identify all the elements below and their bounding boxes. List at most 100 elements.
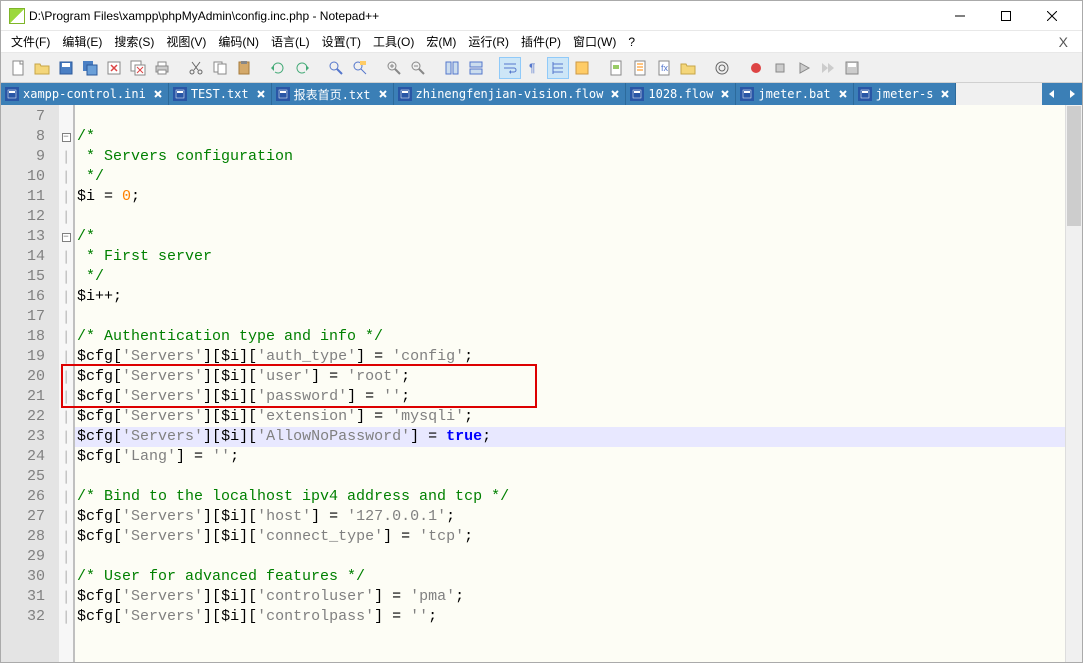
line-number[interactable]: 23	[1, 427, 59, 447]
line-number[interactable]: 26	[1, 487, 59, 507]
code-area[interactable]: /* * Servers configuration */$i = 0;/* *…	[75, 105, 1065, 662]
close-file-icon[interactable]	[103, 57, 125, 79]
menu-settings[interactable]: 设置(T)	[316, 31, 367, 52]
tab-3[interactable]: zhinengfenjian-vision.flow	[394, 83, 627, 105]
tab-close-icon[interactable]	[719, 88, 731, 100]
open-file-icon[interactable]	[31, 57, 53, 79]
code-line[interactable]: $cfg['Servers'][$i]['user'] = 'root';	[75, 367, 1065, 387]
line-number[interactable]: 21	[1, 387, 59, 407]
line-number[interactable]: 32	[1, 607, 59, 627]
paste-icon[interactable]	[233, 57, 255, 79]
fold-toggle-icon[interactable]: −	[62, 133, 71, 142]
macro-record-icon[interactable]	[745, 57, 767, 79]
code-line[interactable]: * First server	[75, 247, 1065, 267]
code-line[interactable]: $cfg['Servers'][$i]['connect_type'] = 't…	[75, 527, 1065, 547]
tab-close-icon[interactable]	[152, 88, 164, 100]
indent-guide-icon[interactable]	[547, 57, 569, 79]
tab-close-icon[interactable]	[255, 88, 267, 100]
tab-0[interactable]: xampp-control.ini	[1, 83, 169, 105]
menu-file[interactable]: 文件(F)	[5, 31, 56, 52]
menu-tools[interactable]: 工具(O)	[367, 31, 420, 52]
menu-search[interactable]: 搜索(S)	[108, 31, 160, 52]
function-list-icon[interactable]: fx	[653, 57, 675, 79]
line-number[interactable]: 29	[1, 547, 59, 567]
code-line[interactable]: $cfg['Servers'][$i]['controlpass'] = '';	[75, 607, 1065, 627]
tab-close-icon[interactable]	[837, 88, 849, 100]
line-number[interactable]: 9	[1, 147, 59, 167]
vertical-scrollbar[interactable]	[1065, 105, 1082, 662]
tab-5[interactable]: jmeter.bat	[736, 83, 853, 105]
sync-vscroll-icon[interactable]	[441, 57, 463, 79]
code-line[interactable]: /* Authentication type and info */	[75, 327, 1065, 347]
doc-map-icon[interactable]	[605, 57, 627, 79]
code-line[interactable]	[75, 467, 1065, 487]
line-number[interactable]: 25	[1, 467, 59, 487]
macro-play-icon[interactable]	[793, 57, 815, 79]
line-number[interactable]: 16	[1, 287, 59, 307]
line-number[interactable]: 7	[1, 107, 59, 127]
code-line[interactable]: */	[75, 167, 1065, 187]
line-number[interactable]: 18	[1, 327, 59, 347]
replace-icon[interactable]	[349, 57, 371, 79]
code-line[interactable]: $i = 0;	[75, 187, 1065, 207]
find-icon[interactable]	[325, 57, 347, 79]
menubar-close-icon[interactable]: X	[1049, 34, 1078, 50]
menu-language[interactable]: 语言(L)	[265, 31, 316, 52]
code-line[interactable]: $cfg['Servers'][$i]['host'] = '127.0.0.1…	[75, 507, 1065, 527]
line-number[interactable]: 31	[1, 587, 59, 607]
new-file-icon[interactable]	[7, 57, 29, 79]
scrollbar-thumb[interactable]	[1067, 106, 1081, 226]
code-line[interactable]: $cfg['Servers'][$i]['extension'] = 'mysq…	[75, 407, 1065, 427]
fold-toggle-icon[interactable]: −	[62, 233, 71, 242]
undo-icon[interactable]	[267, 57, 289, 79]
zoom-in-icon[interactable]	[383, 57, 405, 79]
code-line[interactable]: */	[75, 267, 1065, 287]
line-number[interactable]: 28	[1, 527, 59, 547]
save-icon[interactable]	[55, 57, 77, 79]
code-line[interactable]: /* User for advanced features */	[75, 567, 1065, 587]
tab-scroll-right[interactable]	[1062, 83, 1082, 105]
folder-tree-icon[interactable]	[677, 57, 699, 79]
code-line[interactable]: /*	[75, 127, 1065, 147]
line-number[interactable]: 19	[1, 347, 59, 367]
cut-icon[interactable]	[185, 57, 207, 79]
monitor-icon[interactable]	[711, 57, 733, 79]
code-line[interactable]: $cfg['Servers'][$i]['password'] = '';	[75, 387, 1065, 407]
doc-list-icon[interactable]	[629, 57, 651, 79]
macro-play-multi-icon[interactable]	[817, 57, 839, 79]
userlang-icon[interactable]	[571, 57, 593, 79]
tab-6[interactable]: jmeter-s	[854, 83, 957, 105]
code-line[interactable]: $i++;	[75, 287, 1065, 307]
line-number[interactable]: 11	[1, 187, 59, 207]
code-line[interactable]	[75, 207, 1065, 227]
code-line[interactable]: /* Bind to the localhost ipv4 address an…	[75, 487, 1065, 507]
menu-macro[interactable]: 宏(M)	[420, 31, 462, 52]
tab-1[interactable]: TEST.txt	[169, 83, 272, 105]
tab-4[interactable]: 1028.flow	[626, 83, 736, 105]
print-icon[interactable]	[151, 57, 173, 79]
minimize-button[interactable]	[937, 2, 982, 30]
code-line[interactable]: $cfg['Servers'][$i]['AllowNoPassword'] =…	[75, 427, 1065, 447]
code-line[interactable]: $cfg['Servers'][$i]['controluser'] = 'pm…	[75, 587, 1065, 607]
redo-icon[interactable]	[291, 57, 313, 79]
tab-close-icon[interactable]	[609, 88, 621, 100]
tab-close-icon[interactable]	[939, 88, 951, 100]
menu-window[interactable]: 窗口(W)	[567, 31, 622, 52]
copy-icon[interactable]	[209, 57, 231, 79]
line-number[interactable]: 20	[1, 367, 59, 387]
wordwrap-icon[interactable]	[499, 57, 521, 79]
tab-close-icon[interactable]	[377, 88, 389, 100]
macro-save-icon[interactable]	[841, 57, 863, 79]
save-all-icon[interactable]	[79, 57, 101, 79]
line-number[interactable]: 14	[1, 247, 59, 267]
line-number[interactable]: 30	[1, 567, 59, 587]
menu-view[interactable]: 视图(V)	[160, 31, 212, 52]
line-number[interactable]: 27	[1, 507, 59, 527]
line-number[interactable]: 24	[1, 447, 59, 467]
line-number[interactable]: 13	[1, 227, 59, 247]
line-number[interactable]: 10	[1, 167, 59, 187]
line-number[interactable]: 22	[1, 407, 59, 427]
menu-edit[interactable]: 编辑(E)	[56, 31, 108, 52]
code-line[interactable]	[75, 307, 1065, 327]
line-number[interactable]: 8	[1, 127, 59, 147]
